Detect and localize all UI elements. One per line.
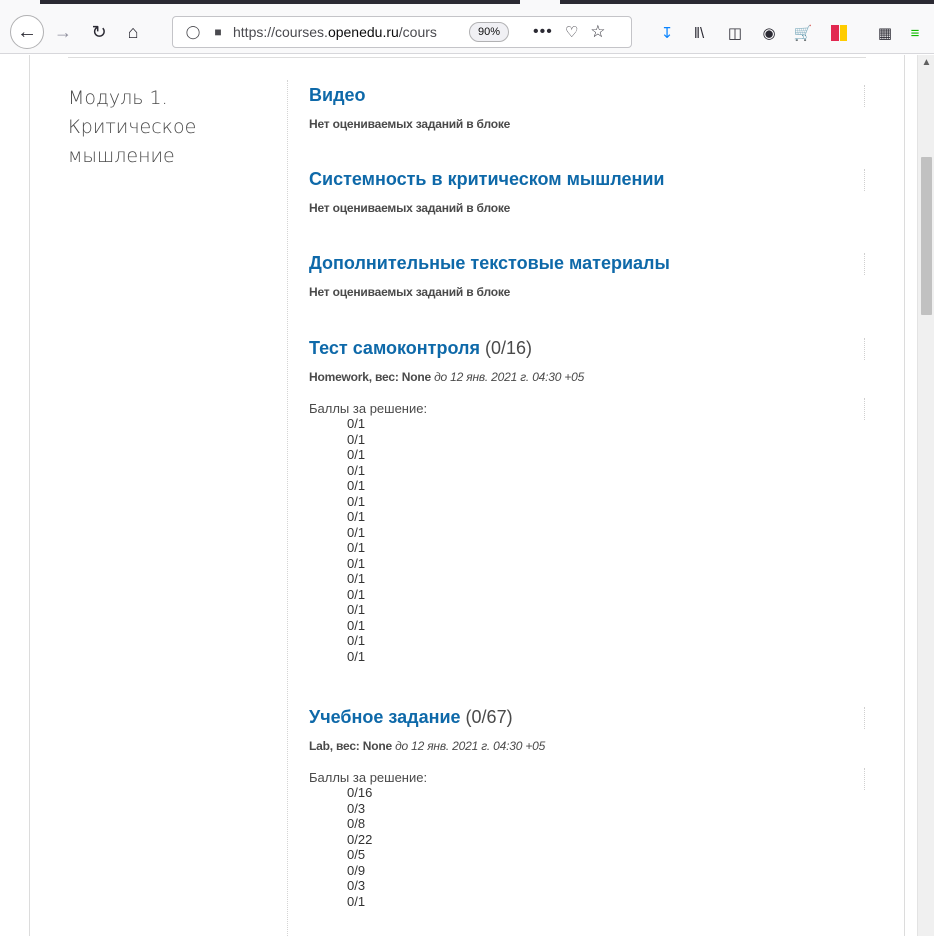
score-item: 0/9: [347, 862, 366, 878]
zoom-badge[interactable]: 90%: [469, 22, 510, 42]
forward-icon[interactable]: →: [50, 18, 76, 46]
library-icon[interactable]: ‖\: [688, 22, 710, 44]
section-training-task: Учебное задание (0/67) Lab, вес: None до…: [309, 707, 869, 909]
chapter-separator: [68, 57, 866, 58]
address-bar[interactable]: ◯ ■ https://courses.openedu.ru/cours 90%…: [172, 16, 632, 48]
section-score: (0/67): [465, 707, 513, 727]
scroll-thumb[interactable]: [921, 157, 932, 315]
score-item: 0/16: [347, 785, 373, 800]
chapter-title: Модуль 1. Критическое мышление: [68, 87, 197, 167]
score-item: 0/1: [347, 571, 366, 586]
section-self-test: Тест самоконтроля (0/16) Homework, вес: …: [309, 338, 869, 664]
content-border-left: [29, 55, 30, 936]
scroll-up-icon[interactable]: ▲: [918, 57, 934, 71]
bookmark-flag-icon[interactable]: [828, 22, 850, 44]
vertical-scrollbar[interactable]: ▲: [917, 55, 934, 936]
menu-update-icon[interactable]: ≡: [904, 22, 926, 44]
sidebar-icon[interactable]: ◫: [724, 22, 746, 44]
score-item: 0/1: [347, 509, 366, 524]
chapter-divider: [287, 80, 288, 936]
section-title: Учебное задание (0/67): [309, 707, 869, 728]
star-icon[interactable]: ☆: [590, 22, 605, 42]
download-icon[interactable]: ↧: [656, 22, 678, 44]
tab-strip-right: [560, 0, 934, 4]
score-item: 0/8: [347, 816, 366, 831]
section-marker: [864, 768, 865, 790]
assignment-type: Lab, вес: None: [309, 739, 392, 753]
section-marker: [864, 169, 865, 191]
score-item: 0/1: [347, 555, 366, 571]
section-link-systemness[interactable]: Системность в критическом мышлении: [309, 169, 665, 189]
section-subtitle: Нет оцениваемых заданий в блоке: [309, 117, 511, 131]
score-item: 0/1: [347, 648, 366, 664]
score-item: 0/3: [347, 878, 366, 893]
section-link-materials[interactable]: Дополнительные текстовые материалы: [309, 253, 670, 273]
section-marker: [864, 707, 865, 729]
section-video: Видео Нет оцениваемых заданий в блоке: [309, 85, 869, 131]
score-item: 0/1: [347, 586, 366, 602]
score-item: 0/1: [347, 540, 366, 555]
section-link-training-task[interactable]: Учебное задание: [309, 707, 461, 727]
score-item: 0/1: [347, 478, 366, 493]
scores-list: 0/1 0/1 0/1 0/1 0/1 0/1 0/1 0/1 0/1 0/1 0/1 0/1 0/1 0…: [347, 416, 869, 664]
score-item: 0/3: [347, 800, 366, 816]
score-item: 0/1: [347, 462, 366, 478]
score-item: 0/22: [347, 831, 373, 847]
score-item: 0/1: [347, 431, 366, 447]
pocket-icon[interactable]: ♡: [565, 23, 578, 41]
section-subtitle: Нет оцениваемых заданий в блоке: [309, 201, 511, 215]
section-title: Дополнительные текстовые материалы: [309, 253, 869, 274]
section-materials: Дополнительные текстовые материалы Нет о…: [309, 253, 869, 299]
extension-icon[interactable]: ▦: [874, 22, 896, 44]
score-item: 0/1: [347, 617, 366, 633]
section-marker: [864, 398, 865, 420]
due-date: до 12 янв. 2021 г. 04:30 +05: [395, 739, 546, 753]
section-title: Системность в критическом мышлении: [309, 169, 869, 190]
section-subtitle: Lab, вес: None до 12 янв. 2021 г. 04:30 …: [309, 739, 869, 753]
section-title: Тест самоконтроля (0/16): [309, 338, 869, 359]
home-icon[interactable]: ⌂: [120, 18, 146, 46]
section-link-video[interactable]: Видео: [309, 85, 366, 105]
score-item: 0/1: [347, 602, 366, 617]
section-score: (0/16): [484, 338, 532, 358]
scores-list: 0/16 0/3 0/8 0/22 0/5 0/9 0/3 0/1: [347, 785, 869, 909]
score-item: 0/1: [347, 493, 366, 509]
account-icon[interactable]: ◉: [758, 22, 780, 44]
tab-strip-left: [40, 0, 520, 4]
section-marker: [864, 85, 865, 107]
browser-toolbar: ← → ↻ ⌂ ◯ ■ https://courses.openedu.ru/c…: [0, 10, 934, 54]
score-item: 0/1: [347, 416, 366, 431]
score-item: 0/1: [347, 524, 366, 540]
lock-icon[interactable]: ■: [209, 25, 227, 39]
window-title-strip: [0, 0, 934, 10]
scores-label: Баллы за решение:: [309, 401, 428, 416]
score-item: 0/5: [347, 847, 366, 862]
url-text[interactable]: https://courses.openedu.ru/cours: [233, 24, 465, 40]
section-subtitle: Homework, вес: None до 12 янв. 2021 г. 0…: [309, 370, 869, 384]
back-icon[interactable]: ←: [10, 15, 44, 49]
section-subtitle: Нет оцениваемых заданий в блоке: [309, 285, 511, 299]
section-marker: [864, 338, 865, 360]
section-title: Видео: [309, 85, 869, 106]
score-item: 0/1: [347, 893, 366, 909]
page-actions-more-icon[interactable]: •••: [533, 23, 553, 41]
score-item: 0/1: [347, 447, 366, 462]
shield-icon[interactable]: ◯: [181, 24, 205, 40]
assignment-type: Homework, вес: None: [309, 370, 431, 384]
scores-label: Баллы за решение:: [309, 770, 428, 785]
section-systemness: Системность в критическом мышлении Нет о…: [309, 169, 869, 215]
section-marker: [864, 253, 865, 275]
cart-icon[interactable]: 🛒: [792, 22, 814, 44]
reload-icon[interactable]: ↻: [86, 18, 112, 46]
due-date: до 12 янв. 2021 г. 04:30 +05: [434, 370, 585, 384]
content-border-right: [904, 55, 905, 936]
section-link-self-test[interactable]: Тест самоконтроля: [309, 338, 480, 358]
score-item: 0/1: [347, 633, 366, 648]
